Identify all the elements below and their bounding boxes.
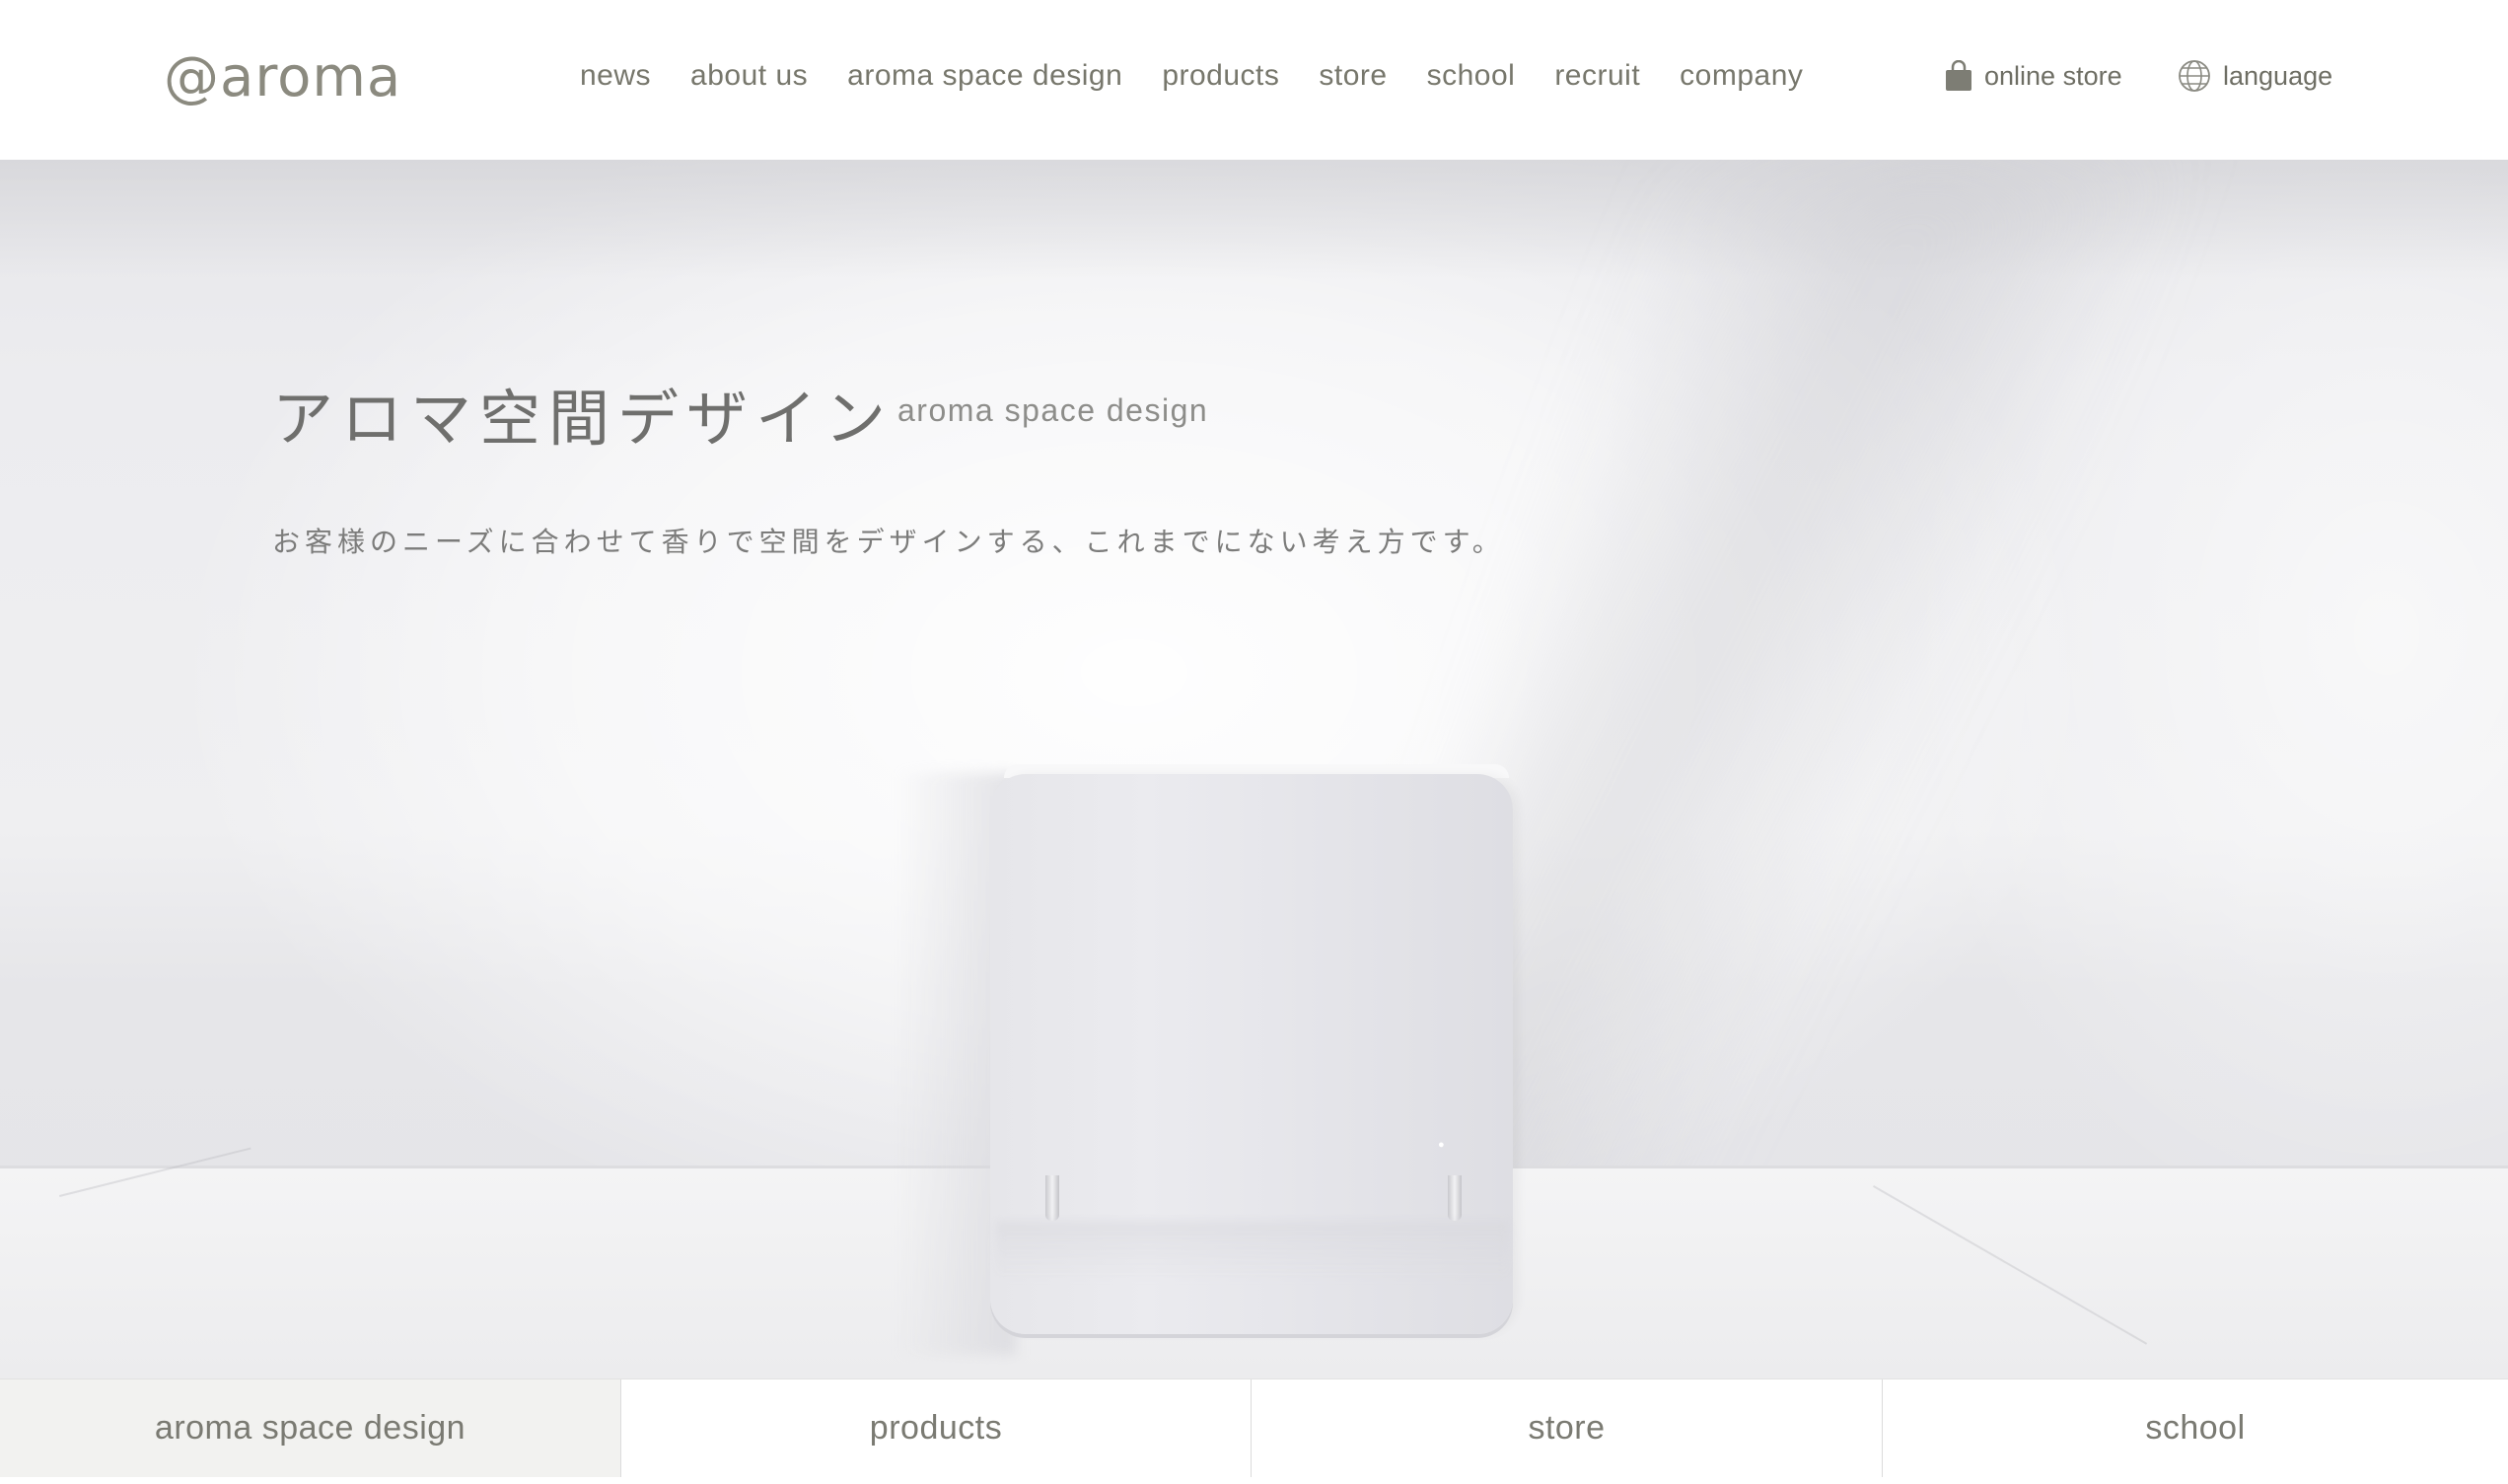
language-selector[interactable]: language [2178,55,2332,97]
shopping-bag-icon [1946,60,1971,91]
nav-item-aroma-space-design[interactable]: aroma space design [847,59,1122,93]
tab-store[interactable]: store [1252,1379,1883,1477]
hero-title: アロマ空間デザイン [272,383,895,455]
section-tabs: aroma space design products store school [0,1378,2508,1477]
tab-products[interactable]: products [621,1379,1252,1477]
hero-subtitle: aroma space design [897,392,1209,428]
nav-item-products[interactable]: products [1162,59,1279,93]
floor-seam [1873,1185,2148,1345]
globe-icon [2179,60,2210,92]
language-label: language [2223,60,2333,91]
nav-item-school[interactable]: school [1427,59,1516,93]
device-reflection [996,1221,1509,1280]
device-logo: ● [1438,1139,1446,1151]
nav-item-recruit[interactable]: recruit [1554,59,1640,93]
aroma-logo[interactable]: @aroma [164,45,401,109]
online-store-link[interactable]: online store [1945,55,2122,97]
nav-item-company[interactable]: company [1680,59,1803,93]
tab-aroma-space-design[interactable]: aroma space design [0,1379,621,1477]
site-header: @aroma news about us aroma space design … [0,0,2508,160]
main-nav: news about us aroma space design product… [580,55,1803,97]
online-store-label: online store [1984,60,2122,91]
device-leg [1448,1175,1462,1221]
hero-description: お客様のニーズに合わせて香りで空間をデザインする、これまでにない考え方です。 [272,526,1505,558]
device-leg [1045,1175,1059,1221]
nav-item-about-us[interactable]: about us [690,59,808,93]
hero-section: アロマ空間デザイン aroma space design お客様のニーズに合わせ… [0,160,2508,1378]
nav-item-news[interactable]: news [580,59,651,93]
bottom-strip [0,1477,2508,1484]
tab-school[interactable]: school [1883,1379,2508,1477]
nav-item-store[interactable]: store [1319,59,1387,93]
